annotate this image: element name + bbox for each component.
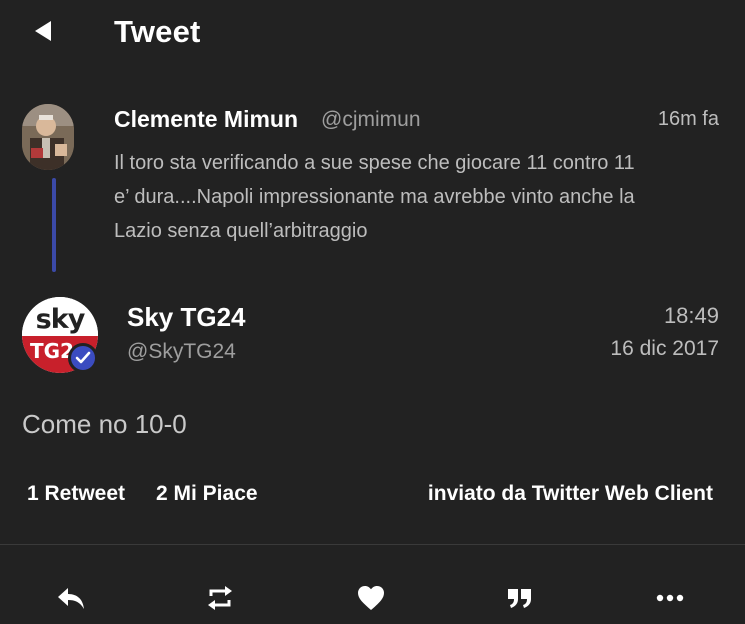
thread-connector-line [52,178,56,272]
avatar-photo-icon [22,104,74,170]
parent-tweet-avatar[interactable] [22,104,74,170]
main-tweet-author-name[interactable]: Sky TG24 [127,302,246,333]
main-tweet-date: 16 dic 2017 [610,337,719,360]
reply-button[interactable] [51,580,91,616]
actions-divider [0,544,745,545]
back-button[interactable] [28,14,58,48]
page-title: Tweet [114,14,201,49]
retweet-icon [208,586,232,610]
parent-tweet-author-name[interactable]: Clemente Mimun [114,106,298,133]
parent-tweet-text: Il toro sta verificando a sue spese che … [114,152,635,242]
like-button[interactable] [351,580,391,616]
back-arrow-icon [35,21,51,41]
main-tweet-author-handle[interactable]: @SkyTG24 [127,340,236,364]
more-icon [656,594,684,602]
tweet-source: inviato da Twitter Web Client [427,482,713,505]
tweet-detail-screen: Tweet Clemente Mimun @cjmimun 16m fa Il … [0,0,745,624]
quote-button[interactable] [500,580,540,616]
avatar-logo-sky-text: sky [35,304,86,335]
avatar-logo-top: sky [22,297,98,336]
like-count[interactable]: 2 Mi Piace [156,482,258,506]
verified-badge-icon [68,343,98,373]
app-header: Tweet [0,0,745,64]
heart-icon [358,586,384,610]
retweet-button[interactable] [200,580,240,616]
retweet-count[interactable]: 1 Retweet [27,482,125,506]
tweet-action-bar [0,572,745,624]
main-tweet-text: Come no 10-0 [22,409,187,439]
parent-tweet-timestamp: 16m fa [657,108,719,130]
more-options-button[interactable] [650,580,690,616]
parent-tweet-author-handle[interactable]: @cjmimun [321,108,421,132]
main-tweet-time: 18:49 [663,303,719,328]
quote-icon [508,589,531,608]
reply-icon [58,588,84,609]
tweet-stats-row: 1 Retweet 2 Mi Piace inviato da Twitter … [0,480,745,512]
